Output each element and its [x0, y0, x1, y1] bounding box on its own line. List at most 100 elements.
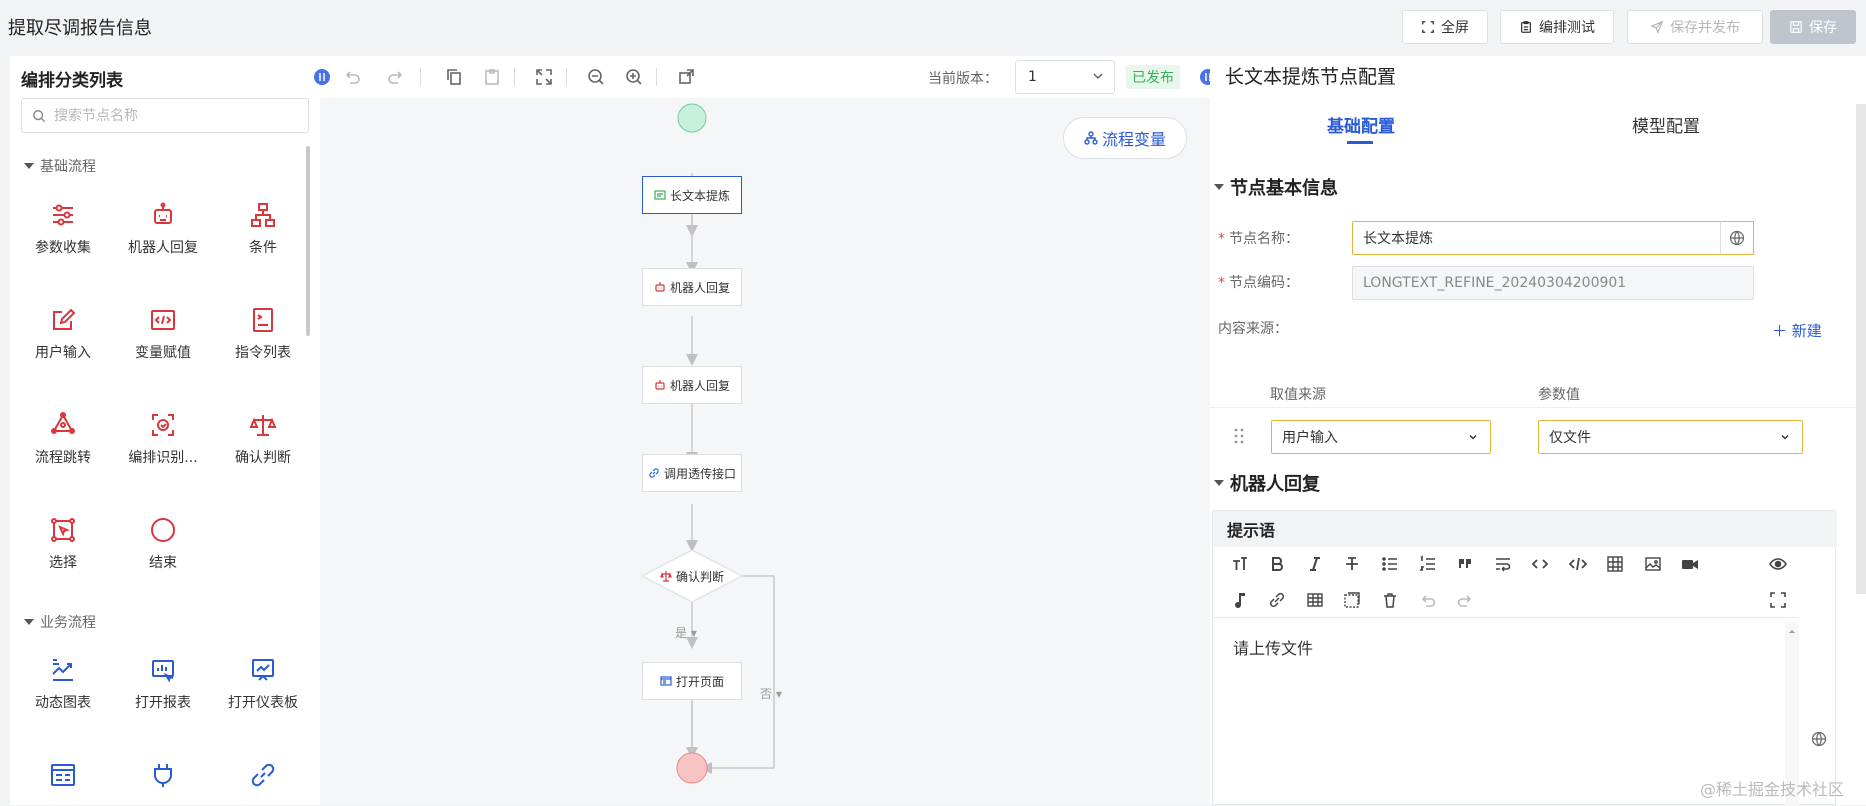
toolbar-divider [656, 68, 657, 86]
node-code-input[interactable]: LONGTEXT_REFINE_20240304200901 [1352, 266, 1754, 300]
robot-icon [655, 380, 665, 390]
toolbar-divider [566, 68, 567, 86]
tool-intent-recognition[interactable]: 编排识别... [113, 411, 213, 467]
strikethrough-icon[interactable] [1343, 555, 1361, 573]
image-icon[interactable] [1644, 555, 1662, 573]
preview-eye-icon[interactable] [1769, 555, 1787, 573]
search-input[interactable] [54, 107, 294, 124]
font-size-icon[interactable] [1231, 555, 1249, 573]
tool-open-dashboard[interactable]: 打开仪表板 [213, 656, 313, 712]
node-robot-reply-2[interactable]: 机器人回复 [642, 366, 742, 404]
italic-icon[interactable] [1306, 555, 1324, 573]
source-select[interactable]: 用户输入 [1271, 420, 1491, 454]
zoom-out-icon[interactable] [586, 67, 606, 87]
scan-icon [152, 414, 174, 436]
prompt-content[interactable]: 请上传文件 [1233, 635, 1313, 659]
save-button[interactable]: 保存 [1770, 10, 1856, 44]
merge-cells-icon[interactable] [1343, 591, 1361, 609]
tool-open-report[interactable]: 打开报表 [113, 656, 213, 712]
param-select-value: 仅文件 [1549, 430, 1591, 446]
tool-variable-assign[interactable]: 变量赋值 [113, 306, 213, 362]
undo-icon[interactable] [342, 67, 362, 87]
editor-divider [1213, 617, 1799, 618]
video-icon[interactable] [1681, 555, 1699, 573]
node-long-text-refine[interactable]: 长文本提炼 [642, 176, 742, 214]
insert-table-icon[interactable] [1306, 591, 1324, 609]
copy-icon[interactable] [444, 67, 464, 87]
code-block-icon[interactable] [1569, 555, 1587, 573]
start-node[interactable] [678, 104, 706, 132]
orchestration-test-button[interactable]: 编排测试 [1500, 10, 1614, 44]
quote-icon[interactable] [1456, 555, 1474, 573]
orchestration-test-label: 编排测试 [1539, 20, 1595, 36]
bold-icon[interactable] [1268, 555, 1286, 573]
tool-select[interactable]: 选择 [13, 516, 113, 572]
node-confirm-judge[interactable]: 确认判断 [642, 550, 742, 602]
config-panel-scrollbar[interactable] [1856, 104, 1866, 594]
save-and-publish-label: 保存并发布 [1670, 20, 1740, 36]
section-business-flow[interactable]: 业务流程 [24, 612, 96, 632]
tool-instruction-list[interactable]: 指令列表 [213, 306, 313, 362]
delete-icon[interactable] [1381, 591, 1399, 609]
flow-variables-button[interactable]: 流程变量 [1063, 117, 1187, 159]
tool-flow-jump[interactable]: 流程跳转 [13, 411, 113, 467]
tool-param-collect[interactable]: 参数收集 [13, 201, 113, 257]
plus-icon: ＋ [1772, 322, 1788, 340]
code-icon [151, 310, 175, 330]
node-label: 调用透传接口 [663, 466, 736, 481]
redo-icon[interactable] [386, 67, 406, 87]
drag-handle-icon[interactable] [1234, 428, 1244, 444]
fullscreen-button[interactable]: 全屏 [1402, 10, 1488, 44]
tool-user-input[interactable]: 用户输入 [13, 306, 113, 362]
search-icon [33, 109, 46, 122]
tool-business-6[interactable] [213, 761, 313, 789]
tool-business-4[interactable] [13, 761, 113, 789]
tool-robot-reply[interactable]: 机器人回复 [113, 201, 213, 257]
node-call-passthrough-api[interactable]: 调用透传接口 [642, 454, 742, 492]
fit-view-icon[interactable] [534, 67, 554, 87]
tab-basic-config[interactable]: 基础配置 [1327, 112, 1395, 137]
param-select[interactable]: 仅文件 [1538, 420, 1803, 454]
ordered-list-icon[interactable] [1419, 555, 1437, 573]
zoom-in-icon[interactable] [624, 67, 644, 87]
fullscreen-icon[interactable] [1769, 591, 1787, 609]
save-and-publish-button[interactable]: 保存并发布 [1627, 10, 1763, 44]
paste-icon[interactable] [482, 67, 502, 87]
tool-label: 参数收集 [35, 240, 91, 256]
group-node-basic-info[interactable]: 节点基本信息 [1214, 174, 1338, 200]
bullet-list-icon[interactable] [1381, 555, 1399, 573]
audio-icon[interactable] [1231, 591, 1249, 609]
end-node[interactable] [677, 753, 707, 783]
tool-confirm-judge[interactable]: 确认判断 [213, 411, 313, 467]
undo-icon[interactable] [1419, 591, 1437, 609]
version-select[interactable]: 1 [1015, 60, 1115, 94]
table-icon[interactable] [1606, 555, 1624, 573]
tool-label: 打开报表 [135, 695, 191, 711]
hierarchy-icon [1084, 131, 1098, 145]
flow-canvas[interactable]: 流程变量 长文本提炼 机器人回复 机器人回复 调用透传接口 确认判断 是 ▾ 打… [320, 98, 1210, 805]
node-open-page[interactable]: 打开页面 [642, 662, 742, 700]
group-robot-reply[interactable]: 机器人回复 [1214, 470, 1320, 496]
section-basic-flow[interactable]: 基础流程 [24, 156, 96, 176]
report-icon [152, 660, 174, 683]
node-name-input[interactable]: 长文本提炼 [1352, 221, 1754, 255]
search-box[interactable] [21, 98, 309, 133]
text-wrap-icon[interactable] [1494, 555, 1512, 573]
group-label: 节点基本信息 [1230, 178, 1338, 199]
tool-dynamic-chart[interactable]: 动态图表 [13, 656, 113, 712]
tab-model-config[interactable]: 模型配置 [1632, 112, 1700, 137]
tool-condition[interactable]: 条件 [213, 201, 313, 257]
node-code-label-text: 节点编码： [1229, 275, 1299, 291]
inline-code-icon[interactable] [1531, 555, 1549, 573]
node-robot-reply-1[interactable]: 机器人回复 [642, 268, 742, 306]
globe-icon[interactable] [1811, 731, 1827, 747]
link-icon[interactable] [1268, 591, 1286, 609]
tool-end[interactable]: 结束 [113, 516, 213, 572]
translate-button[interactable] [1720, 221, 1754, 255]
redo-icon[interactable] [1456, 591, 1474, 609]
add-source-button[interactable]: ＋ 新建 [1772, 320, 1822, 341]
tool-label: 编排识别... [128, 450, 198, 466]
collapse-left-button[interactable] [314, 69, 330, 85]
export-icon[interactable] [676, 67, 696, 87]
tool-business-5[interactable] [113, 761, 213, 789]
